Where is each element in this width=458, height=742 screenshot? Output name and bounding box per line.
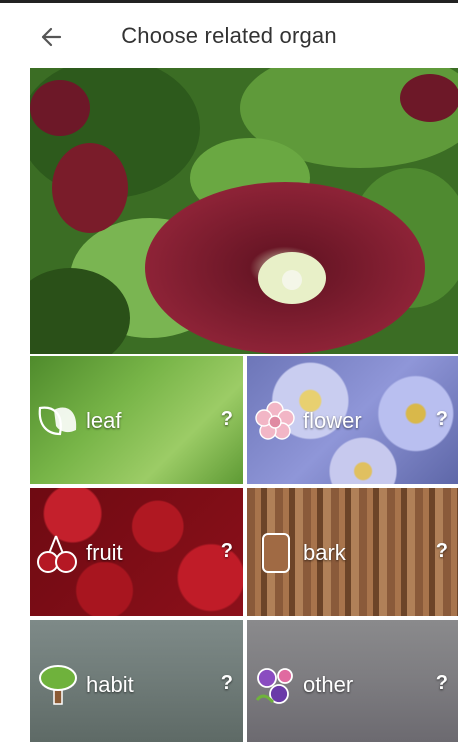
help-button-other[interactable]: ? bbox=[436, 672, 448, 695]
organ-tile-leaf[interactable]: leaf ? bbox=[30, 356, 243, 484]
organ-label-bark: bark bbox=[303, 540, 346, 565]
organ-tile-bark[interactable]: bark ? bbox=[247, 488, 458, 616]
help-button-bark[interactable]: ? bbox=[436, 540, 448, 563]
plant-photo bbox=[30, 68, 458, 354]
app-header: Choose related organ bbox=[0, 3, 458, 67]
help-button-flower[interactable]: ? bbox=[436, 408, 448, 431]
organ-grid: leaf ? flower ? fruit ? bark ? habit ? o… bbox=[30, 356, 458, 742]
help-button-leaf[interactable]: ? bbox=[221, 408, 233, 431]
organ-label-habit: habit bbox=[86, 672, 134, 697]
organ-label-leaf: leaf bbox=[86, 408, 122, 433]
help-button-fruit[interactable]: ? bbox=[221, 540, 233, 563]
organ-tile-flower[interactable]: flower ? bbox=[247, 356, 458, 484]
organ-tile-other[interactable]: other ? bbox=[247, 620, 458, 742]
cherries-icon bbox=[34, 532, 82, 574]
organ-tile-fruit[interactable]: fruit ? bbox=[30, 488, 243, 616]
leaf-icon bbox=[34, 400, 82, 442]
organ-label-other: other bbox=[303, 672, 354, 697]
organ-tile-habit[interactable]: habit ? bbox=[30, 620, 243, 742]
tree-icon bbox=[34, 664, 82, 706]
page-title: Choose related organ bbox=[121, 23, 337, 48]
organ-label-fruit: fruit bbox=[86, 540, 123, 565]
help-button-habit[interactable]: ? bbox=[221, 672, 233, 695]
flower-icon bbox=[251, 400, 299, 442]
organ-label-flower: flower bbox=[303, 408, 362, 433]
flowers-icon bbox=[251, 664, 299, 706]
bark-icon bbox=[251, 532, 299, 574]
